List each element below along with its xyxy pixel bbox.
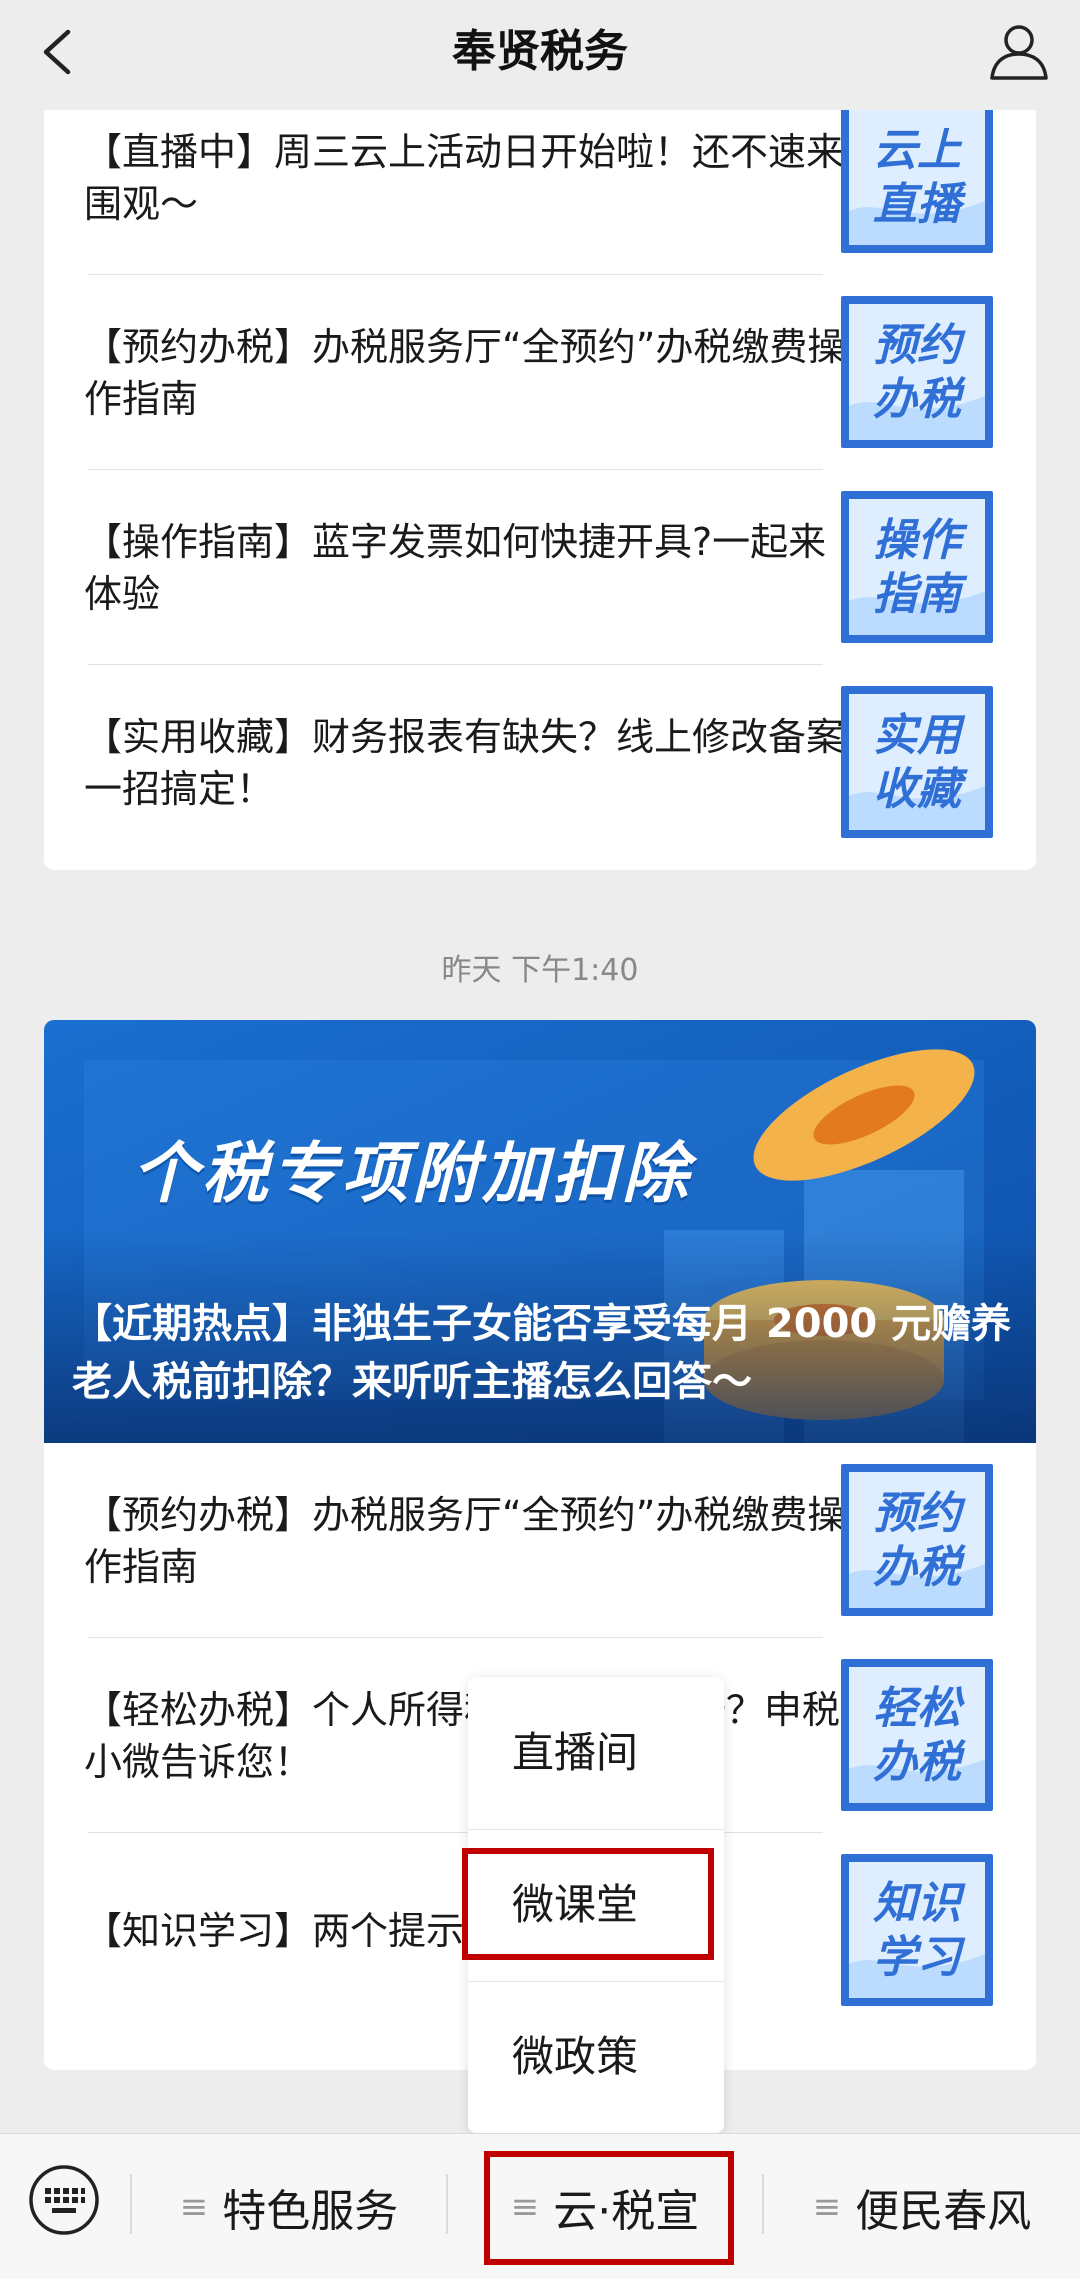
article-item[interactable]: 【实用收藏】财务报表有缺失？线上修改备案一招搞定！ 实用 收藏 xyxy=(44,665,1036,860)
highlight-box-cloud-tax-tab xyxy=(484,2151,734,2265)
thumbnail-label: 实用 xyxy=(873,710,966,761)
thumbnail-graphic: 轻松办税 xyxy=(841,1659,993,1811)
thumbnail-label: 学习 xyxy=(873,1932,966,1983)
article-thumbnail: 预约 办税 xyxy=(841,1464,993,1616)
article-item[interactable]: 【预约办税】办税服务厅“全预约”办税缴费操作指南 预约 办税 xyxy=(44,1443,1036,1638)
thumbnail-graphic: 云上直播 xyxy=(841,110,993,253)
thumbnail-label: 知识 xyxy=(873,1878,966,1929)
menu-item-micro-policy[interactable]: 微政策 xyxy=(468,1981,724,2133)
menu-tab-convenience[interactable]: ≡ 便民春风 xyxy=(764,2134,1080,2279)
highlight-box-micro-class xyxy=(462,1848,714,1960)
thumbnail-graphic: 预约办税 xyxy=(841,296,993,448)
article-item[interactable]: 【预约办税】办税服务厅“全预约”办税缴费操作指南 预约 办税 xyxy=(44,275,1036,470)
user-profile-icon[interactable] xyxy=(986,18,1052,84)
hero-banner-heading: 个税专项附加扣除 xyxy=(132,1135,692,1212)
article-title: 【实用收藏】财务报表有缺失？线上修改备案一招搞定！ xyxy=(84,714,845,811)
article-thumbnail: 预约 办税 xyxy=(841,296,993,448)
menu-lines-icon: ≡ xyxy=(179,2187,209,2227)
hero-article[interactable]: 个税专项附加扣除 【近期热点】非独生子女能否享受每月 2000 元赡养老人税前扣… xyxy=(44,1020,1036,1443)
hero-article-title: 【近期热点】非独生子女能否享受每月 2000 元赡养老人税前扣除？来听听主播怎么… xyxy=(72,1301,1012,1405)
article-thumbnail: 操作 指南 xyxy=(841,491,993,643)
thumbnail-label: 操作 xyxy=(873,515,968,566)
thumbnail-graphic: 预约办税 xyxy=(841,1464,993,1616)
thumbnail-label: 云上 xyxy=(873,125,963,176)
thumbnail-label: 办税 xyxy=(873,374,966,425)
article-item[interactable]: 【操作指南】蓝字发票如何快捷开具?一起来体验 操作 指南 xyxy=(44,470,1036,665)
thumbnail-label: 直播 xyxy=(873,179,967,230)
top-bar: 奉贤税务 xyxy=(0,0,1080,110)
thumbnail-graphic: 操作指南 xyxy=(841,491,993,643)
message-timestamp: 昨天 下午1:40 xyxy=(441,953,639,988)
article-thumbnail: 轻松 办税 xyxy=(841,1659,993,1811)
menu-item-live-room[interactable]: 直播间 xyxy=(468,1677,724,1829)
article-thumbnail: 知识 学习 xyxy=(841,1854,993,2006)
thumbnail-label: 预约 xyxy=(873,320,966,371)
thumbnail-label: 预约 xyxy=(873,1488,966,1539)
thumbnail-graphic: 知识学习 xyxy=(841,1854,993,2006)
menu-lines-icon: ≡ xyxy=(812,2187,842,2227)
article-thumbnail: 云上 直播 xyxy=(841,110,993,253)
article-title: 【直播中】周三云上活动日开始啦！还不速来围观～ xyxy=(84,129,845,226)
article-card-1: 【直播中】周三云上活动日开始啦！还不速来围观～ 云上 直播 【预约办税】办税服务厅… xyxy=(44,110,1036,870)
article-title: 【预约办税】办税服务厅“全预约”办税缴费操作指南 xyxy=(84,1492,846,1589)
thumbnail-label: 办税 xyxy=(873,1542,966,1593)
article-title: 【预约办税】办税服务厅“全预约”办税缴费操作指南 xyxy=(84,324,846,421)
menu-tab-label: 便民春风 xyxy=(855,2186,1032,2237)
thumbnail-label: 轻松 xyxy=(873,1683,965,1734)
page-title: 奉贤税务 xyxy=(452,26,628,77)
article-title: 【操作指南】蓝字发票如何快捷开具?一起来体验 xyxy=(84,519,827,616)
menu-tab-label: 特色服务 xyxy=(222,2186,399,2237)
keyboard-icon[interactable] xyxy=(28,2164,100,2236)
thumbnail-label: 指南 xyxy=(873,569,968,620)
article-thumbnail: 实用 收藏 xyxy=(841,686,993,838)
menu-tab-special-services[interactable]: ≡ 特色服务 xyxy=(132,2134,446,2279)
thumbnail-label: 办税 xyxy=(873,1737,966,1788)
thumbnail-label: 收藏 xyxy=(873,764,968,815)
thumbnail-graphic: 实用收藏 xyxy=(841,686,993,838)
article-item[interactable]: 【直播中】周三云上活动日开始啦！还不速来围观～ 云上 直播 xyxy=(44,110,1036,275)
